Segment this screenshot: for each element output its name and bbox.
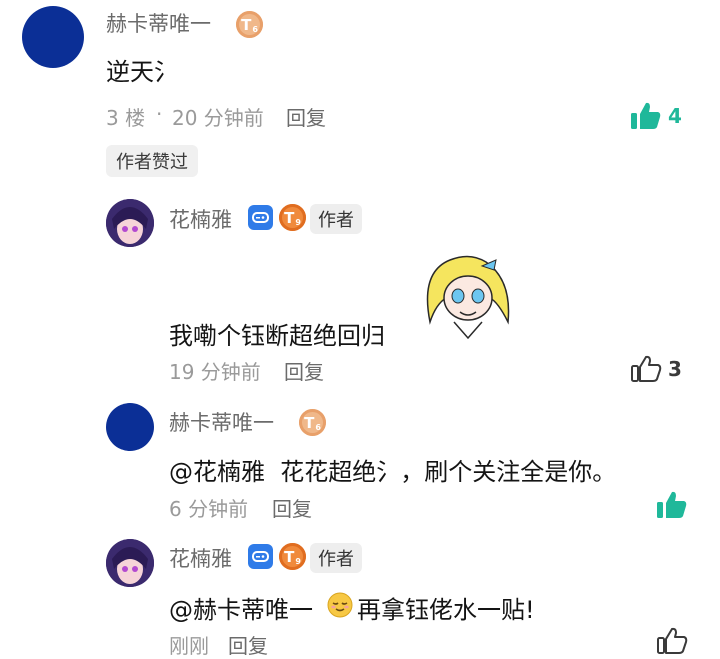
game-controller-icon	[248, 544, 273, 569]
reply-time: 刚刚	[169, 634, 209, 658]
reply-text: @花楠雅 花花超绝氵，刷个关注全是你。	[169, 452, 616, 487]
reply-message: 再拿钰佬水一贴!	[357, 596, 535, 624]
comment-text: 逆天氵	[106, 58, 178, 86]
reply-text: @赫卡蒂唯一 再拿钰佬水一贴!	[169, 590, 535, 625]
avatar[interactable]	[22, 6, 84, 68]
avatar[interactable]	[106, 199, 154, 247]
reply-time: 6 分钟前	[169, 497, 249, 521]
level-badge-icon: T6	[236, 11, 263, 38]
comment-time: 20 分钟前	[172, 106, 264, 130]
author-tag: 作者	[310, 543, 362, 573]
mention-link[interactable]: @花楠雅	[169, 458, 265, 486]
level-badge-icon: T9	[279, 204, 306, 231]
mention-link[interactable]: @赫卡蒂唯一	[169, 590, 313, 625]
author-tag: 作者	[310, 204, 362, 234]
like-button[interactable]	[656, 490, 688, 520]
reply-button[interactable]: 回复	[286, 102, 326, 131]
reply-username[interactable]: 花楠雅	[169, 204, 232, 234]
thumbs-up-icon	[631, 355, 662, 382]
reply-username[interactable]: 赫卡蒂唯一	[169, 407, 274, 437]
avatar[interactable]	[106, 403, 154, 451]
like-count: 4	[668, 104, 682, 128]
reply-button[interactable]: 回复	[272, 493, 312, 522]
author-liked-tag: 作者赞过	[106, 145, 198, 177]
reply-button[interactable]: 回复	[228, 630, 268, 659]
reply-button[interactable]: 回复	[284, 356, 324, 385]
reply-text: 我嘞个钰断超绝回归	[169, 322, 385, 350]
reply-message: 花花超绝氵，刷个关注全是你。	[280, 458, 617, 486]
thumbs-up-filled-icon	[657, 491, 687, 518]
sticker-image	[420, 252, 516, 344]
thumbs-up-icon	[657, 627, 688, 654]
level-badge-icon: T9	[279, 543, 306, 570]
like-button[interactable]: 3	[630, 354, 682, 384]
like-count: 3	[668, 357, 682, 381]
like-button[interactable]	[656, 626, 688, 656]
game-controller-icon	[248, 205, 273, 230]
relieved-face-emoji-icon	[327, 592, 353, 624]
comment-username[interactable]: 赫卡蒂唯一	[106, 8, 211, 38]
avatar[interactable]	[106, 539, 154, 587]
reply-time: 19 分钟前	[169, 360, 261, 384]
reply-username[interactable]: 花楠雅	[169, 543, 232, 573]
comment-floor: 3 楼	[106, 106, 146, 130]
thumbs-up-filled-icon	[631, 102, 661, 129]
level-badge-icon: T6	[299, 409, 326, 436]
like-button[interactable]: 4	[630, 101, 682, 131]
meta-dot: ·	[156, 102, 163, 126]
